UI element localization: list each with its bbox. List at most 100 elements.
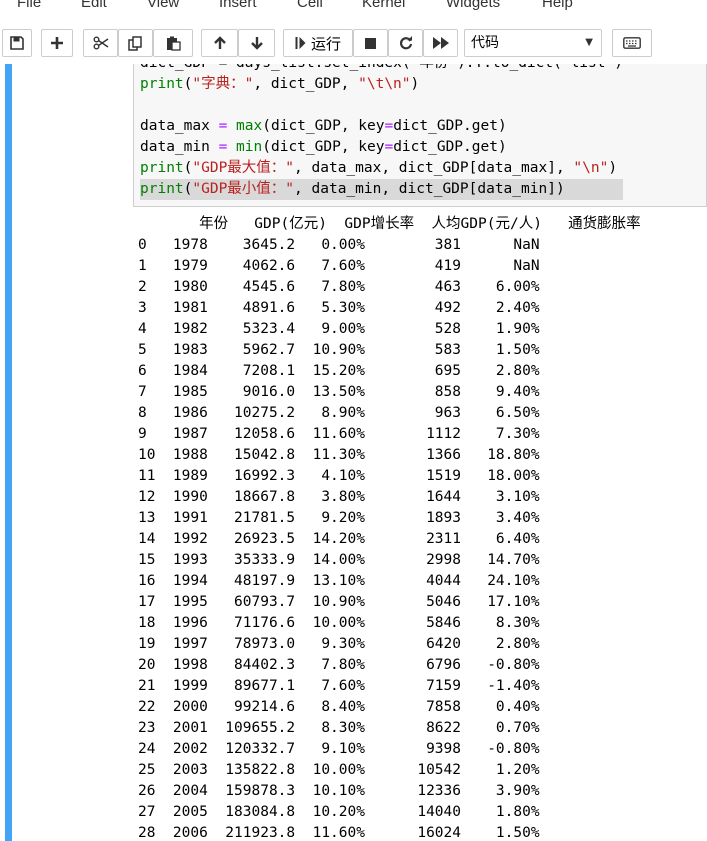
dataframe-row: 18 1996 71176.6 10.00% 5846 8.30% [138,615,540,631]
code-token: , data_max, dict_GDP[data_max], [294,160,574,176]
selected-cell-indicator [5,64,12,841]
code-token: "\n" [573,160,609,176]
arrow-up-icon [213,36,226,49]
arrow-down-icon [250,37,263,50]
dataframe-row: 15 1993 35333.9 14.00% 2998 14.70% [138,552,540,568]
notebook-area: dict_GDP = days_list.set_index('年份').T.t… [0,64,707,841]
restart-icon [399,36,412,50]
dataframe-row: 1 1979 4062.6 7.60% 419 NaN [138,258,540,274]
run-button[interactable]: 运行 [283,29,353,57]
dataframe-row: 24 2002 120332.7 9.10% 9398 -0.80% [138,741,540,757]
code-cell-editor[interactable]: dict_GDP = days_list.set_index('年份').T.t… [133,64,707,207]
dataframe-row: 13 1991 21781.5 9.20% 1893 3.40% [138,510,540,526]
dataframe-row: 16 1994 48197.9 13.10% 4044 24.10% [138,573,540,589]
dataframe-row: 2 1980 4545.6 7.80% 463 6.00% [138,279,540,295]
code-line: print("GDP最小值：", data_min, dict_GDP[data… [140,179,623,200]
copy-button[interactable] [118,29,153,57]
menu-file[interactable]: File [17,0,41,11]
insert-cell-button[interactable] [41,29,73,57]
menu-bar: File Edit View Insert Cell Kernel Widget… [0,0,707,18]
code-token: data_max [140,118,219,134]
menu-insert[interactable]: Insert [219,0,257,11]
command-palette-button[interactable] [612,29,652,57]
code-token: ) [410,76,420,92]
code-token: = [218,118,228,134]
code-token: dict_GDP.get) [393,118,507,134]
code-token: "GDP最小值：" [192,181,295,197]
code-token: ) [608,160,618,176]
move-up-button[interactable] [201,29,238,57]
dataframe-row: 11 1989 16992.3 4.10% 1519 18.00% [138,468,540,484]
dataframe-row: 20 1998 84402.3 7.80% 6796 -0.80% [138,657,540,673]
code-token: print [140,181,184,197]
stop-icon [365,37,376,49]
paste-icon [166,36,181,51]
code-line: print("GDP最大值：", data_max, dict_GDP[data… [140,158,623,179]
code-token: , dict_GDP, [253,76,359,92]
code-token: data_min [140,139,219,155]
run-icon [295,37,306,49]
dataframe-row: 6 1984 7208.1 15.20% 695 2.80% [138,363,540,379]
menu-kernel[interactable]: Kernel [362,0,405,11]
code-token: print [140,160,184,176]
code-token: dict_GDP.get) [393,139,507,155]
code-text: dict_GDP = days_list.set_index('年份').T.t… [140,64,623,200]
run-label: 运行 [310,34,341,53]
restart-run-all-button[interactable] [423,29,458,57]
code-token: , data_min, dict_GDP[data_min]) [294,181,565,197]
dataframe-row: 5 1983 5962.7 10.90% 583 1.50% [138,342,540,358]
interrupt-kernel-button[interactable] [353,29,388,57]
menu-widgets[interactable]: Widgets [446,0,500,11]
dataframe-row: 8 1986 10275.2 8.90% 963 6.50% [138,405,540,421]
plus-icon [51,37,63,49]
cell-type-select[interactable]: 代码 ▼ [464,29,602,57]
code-token: dict_GDP = days_list.set_index('年份').T.t… [140,64,623,71]
code-line: data_max = max(dict_GDP, key=dict_GDP.ge… [140,116,623,137]
code-line: dict_GDP = days_list.set_index('年份').T.t… [140,64,623,74]
code-token: max [236,118,263,134]
code-line: data_min = min(dict_GDP, key=dict_GDP.ge… [140,137,623,158]
dataframe-row: 12 1990 18667.8 3.80% 1644 3.10% [138,489,540,505]
dataframe-row: 17 1995 60793.7 10.90% 5046 17.10% [138,594,540,610]
code-token: = [384,118,394,134]
code-token: (dict_GDP, key [262,118,385,134]
dataframe-row: 3 1981 4891.6 5.30% 492 2.40% [138,300,540,316]
dataframe-row: 0 1978 3645.2 0.00% 381 NaN [138,237,540,253]
scissors-icon [93,36,108,50]
dataframe-output: 年份 GDP(亿元) GDP增长率 人均GDP(元/人) 通货膨胀率 0 1978… [138,214,707,841]
dataframe-row: 22 2000 99214.6 8.40% 7858 0.40% [138,699,540,715]
code-token: = [384,139,394,155]
paste-button[interactable] [153,29,193,57]
dataframe-row: 10 1988 15042.8 11.30% 1366 18.80% [138,447,540,463]
move-down-button[interactable] [238,29,275,57]
save-button[interactable] [2,29,32,57]
cut-button[interactable] [83,29,118,57]
code-token: print [140,76,184,92]
menu-cell[interactable]: Cell [297,0,323,11]
dataframe-row: 27 2005 183084.8 10.20% 14040 1.80% [138,804,540,820]
save-icon [10,36,24,50]
code-token: "字典：" [192,76,254,92]
copy-icon [128,35,142,51]
menu-view[interactable]: View [147,0,179,11]
fast-forward-icon [432,37,449,49]
restart-kernel-button[interactable] [388,29,423,57]
menu-edit[interactable]: Edit [81,0,107,11]
menu-help[interactable]: Help [542,0,573,11]
code-token: min [236,139,263,155]
dataframe-row: 21 1999 89677.1 7.60% 7159 -1.40% [138,678,540,694]
dataframe-header: 年份 GDP(亿元) GDP增长率 人均GDP(元/人) 通货膨胀率 [138,216,641,232]
dataframe-row: 25 2003 135822.8 10.00% 10542 1.20% [138,762,540,778]
cell-output: 年份 GDP(亿元) GDP增长率 人均GDP(元/人) 通货膨胀率 0 1978… [138,214,707,841]
code-token: "\t\n" [358,76,411,92]
dataframe-row: 9 1987 12058.6 11.60% 1112 7.30% [138,426,540,442]
code-token: = [218,139,228,155]
code-line: print("字典：", dict_GDP, "\t\n") [140,74,623,95]
cell-type-value: 代码 [471,35,499,51]
chevron-down-icon: ▼ [585,37,593,48]
toolbar: 运行 代码 ▼ [0,26,707,64]
dataframe-row: 23 2001 109655.2 8.30% 8622 0.70% [138,720,540,736]
code-token: (dict_GDP, key [262,139,385,155]
